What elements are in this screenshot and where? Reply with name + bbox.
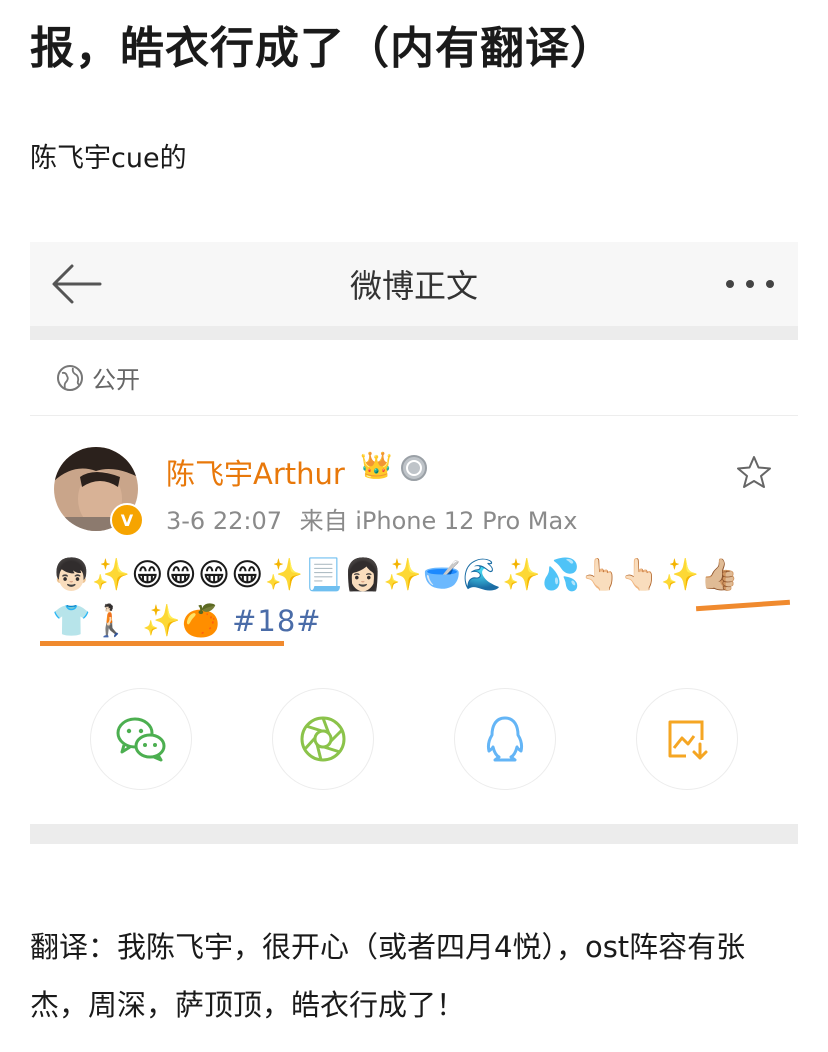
post-emoji-line-2-emojis: 👕🚶🏻 ✨🍊	[52, 603, 222, 639]
weibo-nav-bar: 微博正文	[30, 242, 798, 326]
more-icon[interactable]	[722, 272, 778, 296]
share-moments-button[interactable]	[272, 688, 374, 790]
share-wechat-button[interactable]	[90, 688, 192, 790]
weibo-post: V 陈飞宇Arthur 👑 3-6 22:07 来自 iPhone 12 Pro…	[30, 417, 798, 682]
visibility-row: 公开	[30, 340, 798, 416]
post-source: 来自 iPhone 12 Pro Max	[299, 507, 578, 535]
author-name[interactable]: 陈飞宇Arthur	[166, 451, 345, 493]
post-emoji-line: 👦🏻✨😁😁😁😁✨📃👩🏻✨🥣🌊✨💦👆🏻👆🏻✨👍🏼	[52, 557, 740, 593]
visibility-label: 公开	[92, 366, 140, 394]
highlight-underline	[40, 641, 284, 646]
hashtag-link[interactable]: #18#	[232, 604, 322, 638]
post-time: 3-6 22:07	[166, 507, 282, 535]
wechat-icon	[116, 717, 166, 762]
moments-icon	[300, 716, 346, 762]
save-image-button[interactable]	[636, 688, 738, 790]
post-title: 报，皓衣行成了（内有翻译）	[30, 23, 615, 74]
crown-icon: 👑	[360, 451, 393, 481]
back-arrow-icon[interactable]	[50, 262, 104, 306]
star-icon[interactable]	[736, 455, 772, 493]
qq-icon	[486, 716, 524, 762]
nav-title: 微博正文	[349, 267, 478, 305]
medal-icon	[401, 455, 427, 481]
highlight-underline	[695, 599, 791, 612]
post-intro: 陈飞宇cue的	[30, 143, 187, 174]
post-meta: 3-6 22:07 来自 iPhone 12 Pro Max	[166, 501, 577, 536]
weibo-screenshot: 微博正文 公开 V 陈飞宇Arthur 👑 3-6 22:07 来自 iPhon…	[30, 242, 798, 844]
post-emoji-line-2: 👕🚶🏻 ✨🍊 #18#	[52, 601, 322, 641]
share-qq-button[interactable]	[454, 688, 556, 790]
share-row	[30, 682, 798, 822]
globe-icon	[57, 364, 83, 391]
section-divider	[30, 326, 798, 340]
save-image-icon	[668, 720, 708, 760]
verified-badge: V	[110, 503, 144, 537]
translation-text: 翻译：我陈飞宇，很开心（或者四月4悦），ost阵容有张杰，周深，萨顶顶，皓衣行成…	[30, 930, 746, 1022]
section-divider	[30, 824, 798, 844]
